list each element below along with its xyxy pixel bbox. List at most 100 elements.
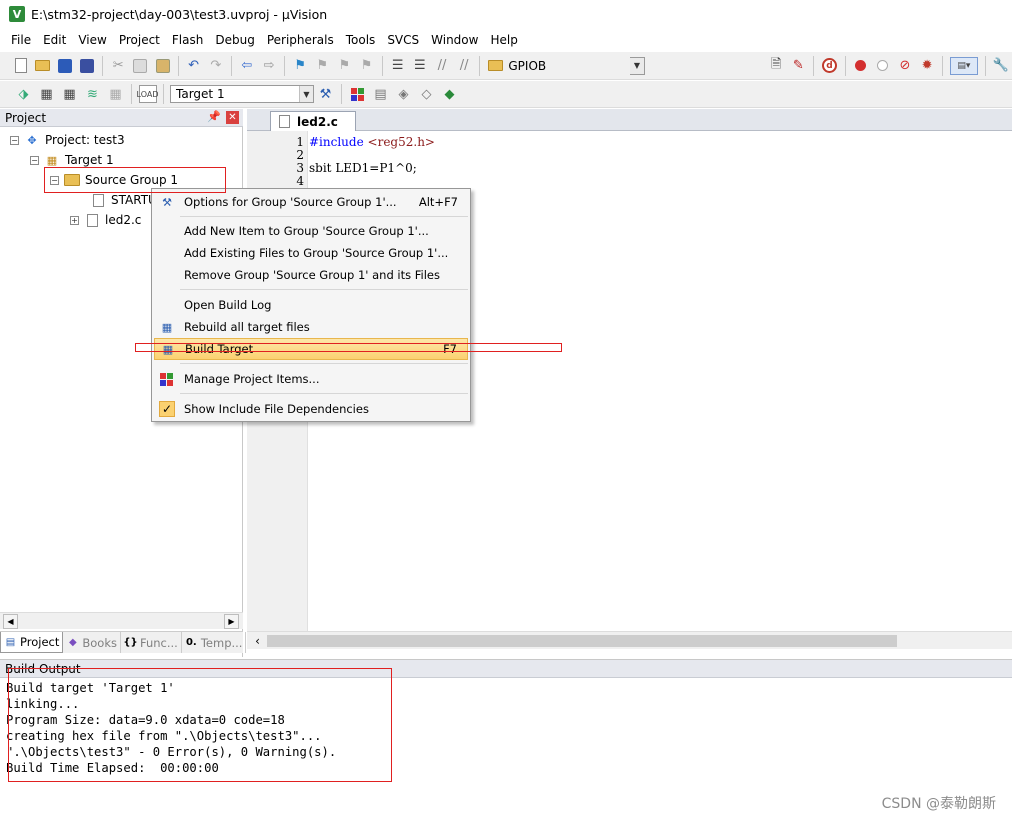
menu-debug[interactable]: Debug [209, 30, 260, 50]
editor-horizontal-scrollbar[interactable]: ‹ [247, 631, 1012, 649]
scrollbar-thumb[interactable] [267, 635, 897, 647]
select-packs-icon[interactable]: ◈ [395, 85, 413, 103]
breakpoint-icon[interactable] [852, 57, 869, 75]
project-panel-tabs: ▤ Project ◆ Books {} Func... 0. Temp... [0, 631, 247, 653]
menu-item-label: Show Include File Dependencies [184, 402, 369, 416]
toolbar-separator [284, 55, 286, 76]
batch-build-icon[interactable]: ≋ [84, 85, 102, 103]
start-debug-icon[interactable]: d [821, 57, 838, 75]
toolbar-separator [102, 55, 104, 76]
incremental-find-icon[interactable]: ✎ [790, 57, 807, 75]
rebuild-icon[interactable]: ▦ [61, 85, 79, 103]
close-icon[interactable]: ✕ [226, 111, 239, 124]
translate-icon[interactable]: ⬗ [15, 85, 33, 103]
disable-breakpoint-icon[interactable] [874, 57, 891, 75]
navigate-forward-icon[interactable]: ⇨ [260, 57, 277, 75]
menu-help[interactable]: Help [484, 30, 523, 50]
menu-file[interactable]: File [0, 30, 37, 50]
tree-item-file[interactable]: + led2.c [70, 210, 141, 230]
tree-item-label: Project: test3 [45, 133, 125, 147]
collapse-icon[interactable]: − [10, 135, 19, 145]
template-icon: 0. [185, 637, 197, 648]
copy-icon[interactable] [132, 57, 149, 75]
manage-rte-icon[interactable]: ◇ [418, 85, 436, 103]
window-layout-icon[interactable]: ▤▾ [949, 56, 979, 75]
chevron-down-icon: ▼ [630, 57, 644, 74]
code-line[interactable]: sbit LED1=P1^0; [309, 161, 417, 175]
annotation-box-build-output [8, 668, 392, 782]
paste-icon[interactable] [154, 57, 171, 75]
menu-window[interactable]: Window [425, 30, 484, 50]
menu-item-open-build-log[interactable]: Open Build Log [154, 294, 468, 316]
build-icon[interactable]: ▦ [38, 85, 56, 103]
next-bookmark-icon[interactable]: ⚑ [336, 57, 353, 75]
menu-tools[interactable]: Tools [340, 30, 382, 50]
manage-project-items-icon[interactable] [349, 85, 367, 103]
redo-icon[interactable]: ↷ [207, 57, 224, 75]
undo-icon[interactable]: ↶ [185, 57, 202, 75]
save-icon[interactable] [56, 57, 73, 75]
uvision-app-icon: V [9, 6, 25, 22]
prev-bookmark-icon[interactable]: ⚑ [314, 57, 331, 75]
menu-item-label: Options for Group 'Source Group 1'... [184, 195, 397, 209]
menu-view[interactable]: View [72, 30, 112, 50]
tab-templates[interactable]: 0. Temp... [182, 632, 247, 653]
cut-icon[interactable]: ✂ [110, 57, 127, 75]
collapse-icon[interactable]: − [30, 155, 39, 165]
save-all-icon[interactable] [79, 57, 96, 75]
breakpoint-manager-icon[interactable]: ✹ [918, 57, 935, 75]
find-in-files-icon[interactable] [487, 57, 504, 75]
download-load-icon[interactable]: LOAD [137, 85, 158, 103]
file-extensions-icon[interactable]: ▤ [372, 85, 390, 103]
indent-icon[interactable]: ☰ [389, 57, 406, 75]
project-icon: ✥ [27, 133, 37, 147]
menu-flash[interactable]: Flash [166, 30, 209, 50]
find-icon[interactable]: 🗎 [768, 57, 785, 75]
kill-breakpoints-icon[interactable]: ⊘ [896, 57, 913, 75]
new-file-icon[interactable] [12, 57, 29, 75]
menu-item-rebuild[interactable]: ▦ Rebuild all target files [154, 316, 468, 338]
menu-item-add-existing-files[interactable]: Add Existing Files to Group 'Source Grou… [154, 242, 468, 264]
target-select[interactable]: Target 1 ▼ [170, 85, 314, 103]
expand-icon[interactable]: + [70, 215, 79, 225]
find-combo-dropdown[interactable]: ▼ [629, 56, 645, 75]
code-line[interactable]: #include <reg52.h> [309, 135, 435, 149]
configure-wrench-icon[interactable]: 🔧 [992, 57, 1009, 75]
project-panel-title: Project [5, 110, 47, 125]
stop-build-icon[interactable]: ▦ [107, 85, 125, 103]
navigate-back-icon[interactable]: ⇦ [238, 57, 255, 75]
clear-bookmarks-icon[interactable]: ⚑ [358, 57, 375, 75]
project-panel-header: Project 📌 ✕ [0, 109, 243, 127]
target-options-icon[interactable]: ⚒ [317, 85, 335, 103]
find-combo[interactable]: GPIOB [506, 57, 645, 75]
tree-item-project[interactable]: − ✥ Project: test3 [10, 130, 125, 150]
menu-item-show-include-deps[interactable]: ✓ Show Include File Dependencies [154, 398, 468, 420]
scroll-left-icon[interactable]: ◀ [3, 614, 18, 629]
pack-installer-icon[interactable]: ◆ [441, 85, 459, 103]
menu-item-add-new-item[interactable]: Add New Item to Group 'Source Group 1'..… [154, 220, 468, 242]
tab-project[interactable]: ▤ Project [0, 632, 64, 653]
menu-item-remove-group[interactable]: Remove Group 'Source Group 1' and its Fi… [154, 264, 468, 286]
unindent-icon[interactable]: ☰ [411, 57, 428, 75]
menu-edit[interactable]: Edit [37, 30, 72, 50]
scroll-left-icon[interactable]: ‹ [250, 633, 265, 648]
menu-item-options-for-group[interactable]: ⚒ Options for Group 'Source Group 1'... … [154, 191, 468, 213]
menu-project[interactable]: Project [113, 30, 166, 50]
pin-icon[interactable]: 📌 [207, 110, 221, 123]
menu-peripherals[interactable]: Peripherals [261, 30, 340, 50]
open-folder-icon[interactable] [34, 57, 51, 75]
tab-books[interactable]: ◆ Books [63, 632, 121, 653]
menu-item-label: Rebuild all target files [184, 320, 310, 334]
tab-led2-c[interactable]: led2.c [270, 111, 356, 131]
uncomment-icon[interactable]: // [456, 57, 473, 75]
line-number: 4 [296, 174, 304, 188]
menu-svcs[interactable]: SVCS [381, 30, 425, 50]
build-toolbar: ⬗ ▦ ▦ ≋ ▦ LOAD Target 1 ▼ ⚒ ▤ ◈ ◇ ◆ [0, 81, 1012, 108]
file-toolbar: ✂ ↶ ↷ ⇦ ⇨ ⚑ ⚑ ⚑ ⚑ ☰ ☰ // // GPIOB ▼ 🗎 ✎ … [0, 52, 1012, 80]
tab-functions[interactable]: {} Func... [121, 632, 182, 653]
project-horizontal-scrollbar[interactable]: ◀ ▶ [0, 612, 243, 629]
comment-icon[interactable]: // [433, 57, 450, 75]
bookmark-icon[interactable]: ⚑ [292, 57, 309, 75]
scroll-right-icon[interactable]: ▶ [224, 614, 239, 629]
menu-item-manage-project-items[interactable]: Manage Project Items... [154, 368, 468, 390]
